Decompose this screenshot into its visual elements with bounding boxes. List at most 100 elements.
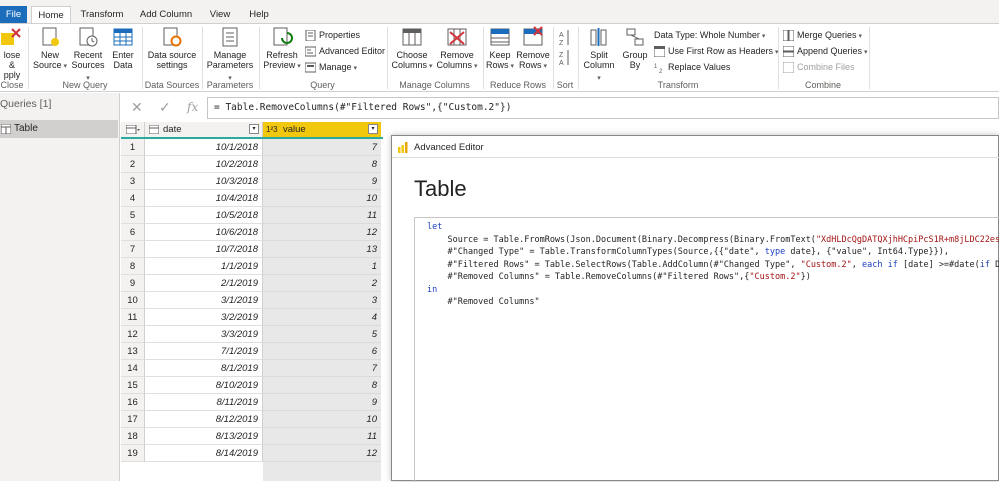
cell-value[interactable]: 9 (263, 394, 381, 411)
cell-value[interactable]: 7 (263, 360, 381, 377)
cell-date[interactable]: 3/1/2019 (145, 292, 263, 309)
tab-add-column[interactable]: Add Column (136, 6, 196, 23)
cell-value[interactable]: 10 (263, 411, 381, 428)
row-number[interactable]: 12 (121, 326, 145, 343)
cell-value[interactable]: 7 (263, 139, 381, 156)
keep-rows-button[interactable]: Keep Rows ▾ (485, 26, 515, 78)
cell-date[interactable]: 8/10/2019 (145, 377, 263, 394)
cancel-icon[interactable]: ✕ (131, 99, 143, 116)
remove-columns-button[interactable]: Remove Columns ▾ (435, 26, 479, 78)
row-number[interactable]: 16 (121, 394, 145, 411)
sort-buttons[interactable]: AZZA (558, 28, 572, 68)
tab-transform[interactable]: Transform (78, 6, 126, 23)
combine-files-button[interactable]: Combine Files (782, 60, 855, 74)
cell-date[interactable]: 10/5/2018 (145, 207, 263, 224)
filter-dropdown-icon[interactable]: ▾ (249, 124, 259, 134)
row-number[interactable]: 4 (121, 190, 145, 207)
cell-date[interactable]: 8/11/2019 (145, 394, 263, 411)
cell-date[interactable]: 7/1/2019 (145, 343, 263, 360)
fx-icon[interactable]: fx (187, 100, 198, 114)
refresh-preview-button[interactable]: Refresh Preview ▾ (262, 26, 302, 78)
cell-value[interactable]: 11 (263, 428, 381, 445)
cell-value[interactable]: 10 (263, 190, 381, 207)
cell-date[interactable]: 10/1/2018 (145, 139, 263, 156)
tab-view[interactable]: View (203, 6, 237, 23)
column-header-date[interactable]: date ▾ (145, 122, 263, 137)
row-number[interactable]: 5 (121, 207, 145, 224)
cell-value[interactable]: 2 (263, 275, 381, 292)
properties-button[interactable]: Properties (305, 28, 360, 42)
row-number[interactable]: 11 (121, 309, 145, 326)
cell-value[interactable]: 9 (263, 173, 381, 190)
cell-value[interactable]: 8 (263, 156, 381, 173)
replace-values-button[interactable]: 1 2 Replace Values (654, 60, 730, 75)
cell-date[interactable]: 10/4/2018 (145, 190, 263, 207)
use-first-row-button[interactable]: Use First Row as Headers ▾ (653, 44, 779, 58)
enter-data-button[interactable]: Enter Data (108, 26, 138, 78)
row-number[interactable]: 10 (121, 292, 145, 309)
cell-date[interactable]: 8/14/2019 (145, 445, 263, 462)
data-source-settings-button[interactable]: Data source settings (146, 26, 198, 78)
group-by-button[interactable]: Group By (619, 26, 651, 78)
row-number[interactable]: 7 (121, 241, 145, 258)
cell-value[interactable]: 6 (263, 343, 381, 360)
row-number[interactable]: 8 (121, 258, 145, 275)
cell-date[interactable]: 8/1/2019 (145, 360, 263, 377)
row-number[interactable]: 6 (121, 224, 145, 241)
cell-value[interactable]: 1 (263, 258, 381, 275)
filter-dropdown-icon[interactable]: ▾ (368, 124, 378, 134)
table-menu-button[interactable] (121, 122, 145, 137)
row-number[interactable]: 3 (121, 173, 145, 190)
manage-parameters-button[interactable]: Manage Parameters ▾ (205, 26, 255, 82)
cell-date[interactable]: 8/13/2019 (145, 428, 263, 445)
remove-rows-button[interactable]: Remove Rows ▾ (516, 26, 550, 78)
choose-columns-button[interactable]: Choose Columns ▾ (390, 26, 434, 78)
new-source-button[interactable]: New Source ▾ (32, 26, 68, 78)
cell-date[interactable]: 8/12/2019 (145, 411, 263, 428)
cell-value[interactable]: 12 (263, 224, 381, 241)
cell-value[interactable]: 8 (263, 377, 381, 394)
row-number[interactable]: 17 (121, 411, 145, 428)
cell-date[interactable]: 10/3/2018 (145, 173, 263, 190)
row-number[interactable]: 2 (121, 156, 145, 173)
close-apply-button[interactable]: lose & pply (0, 26, 24, 80)
cell-value[interactable]: 13 (263, 241, 381, 258)
row-number[interactable]: 19 (121, 445, 145, 462)
data-source-settings-label-1: Data source (147, 50, 197, 60)
cell-date[interactable]: 2/1/2019 (145, 275, 263, 292)
row-number[interactable]: 1 (121, 139, 145, 156)
row-number[interactable]: 14 (121, 360, 145, 377)
cell-value[interactable]: 4 (263, 309, 381, 326)
row-number[interactable]: 9 (121, 275, 145, 292)
merge-queries-button[interactable]: Merge Queries ▾ (782, 28, 862, 42)
cell-value[interactable]: 11 (263, 207, 381, 224)
append-queries-button[interactable]: Append Queries ▾ (782, 44, 868, 58)
tab-home[interactable]: Home (31, 6, 71, 24)
cell-date[interactable]: 10/6/2018 (145, 224, 263, 241)
cell-date[interactable]: 10/2/2018 (145, 156, 263, 173)
cell-date[interactable]: 3/2/2019 (145, 309, 263, 326)
cell-value[interactable]: 5 (263, 326, 381, 343)
recent-sources-button[interactable]: Recent Sources ▾ (70, 26, 106, 82)
formula-input[interactable]: = Table.RemoveColumns(#"Filtered Rows",{… (207, 97, 999, 119)
cell-value[interactable]: 3 (263, 292, 381, 309)
row-number[interactable]: 13 (121, 343, 145, 360)
tab-help[interactable]: Help (243, 6, 275, 23)
data-type-dropdown[interactable]: Data Type: Whole Number ▾ (654, 28, 765, 42)
row-number[interactable]: 18 (121, 428, 145, 445)
query-item-table[interactable]: Table (0, 120, 118, 138)
cell-date[interactable]: 10/7/2018 (145, 241, 263, 258)
query-code-editor[interactable]: let Source = Table.FromRows(Json.Documen… (414, 217, 999, 482)
advanced-editor-button[interactable]: Advanced Editor (304, 44, 385, 58)
refresh-preview-label-2: Preview ▾ (263, 60, 301, 70)
commit-icon[interactable]: ✓ (159, 99, 171, 116)
row-number[interactable]: 15 (121, 377, 145, 394)
cell-date[interactable]: 3/3/2019 (145, 326, 263, 343)
column-header-value[interactable]: 1²3 value ▾ (263, 122, 381, 137)
tab-file[interactable]: File (0, 6, 27, 23)
cell-date[interactable]: 1/1/2019 (145, 258, 263, 275)
table-row: 16 8/11/2019 9 (121, 394, 383, 411)
manage-button[interactable]: Manage ▾ (304, 60, 357, 74)
split-column-button[interactable]: Split Column ▾ (581, 26, 617, 82)
cell-value[interactable]: 12 (263, 445, 381, 462)
